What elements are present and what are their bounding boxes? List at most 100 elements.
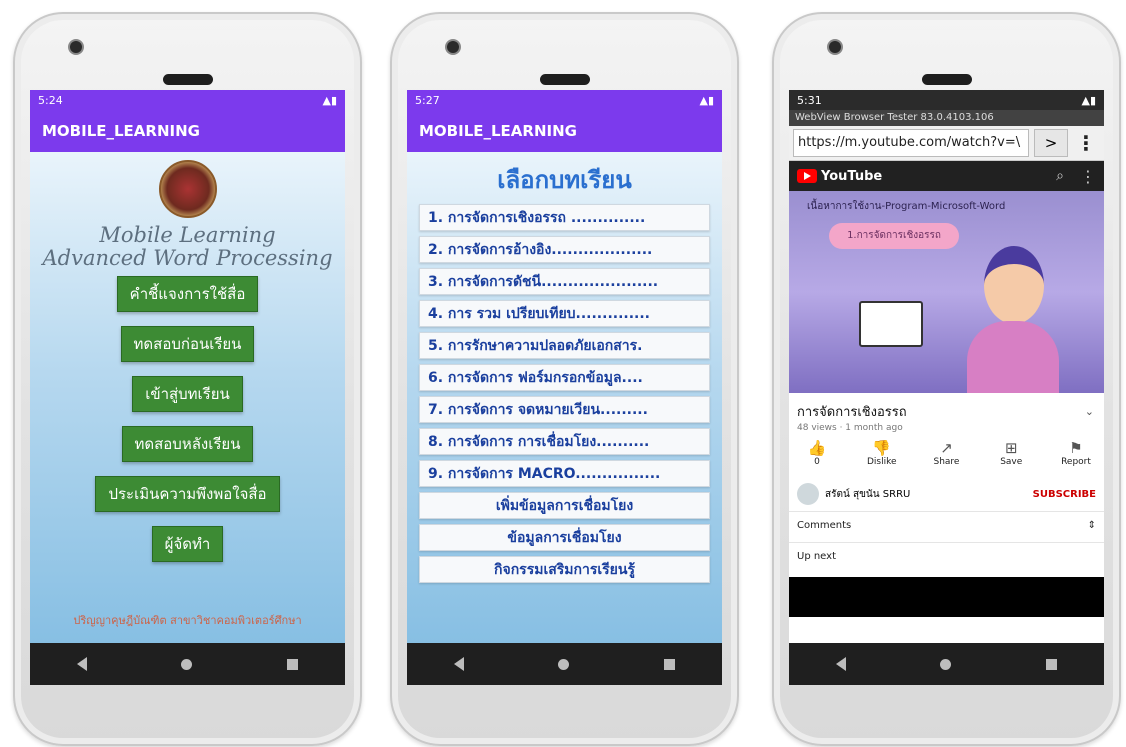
save-icon: ⊞ bbox=[1004, 439, 1018, 457]
url-input[interactable]: https://m.youtube.com/watch?v=\ bbox=[793, 129, 1029, 157]
like-count: 0 bbox=[814, 457, 820, 467]
home-icon[interactable] bbox=[940, 658, 952, 670]
speaker-grille bbox=[163, 74, 213, 85]
lesson-button-3[interactable]: 3. การจัดการดัชนี...................... bbox=[419, 268, 710, 295]
subscribe-button[interactable]: SUBSCRIBE bbox=[1033, 489, 1096, 500]
phone-frame-2: 5:27 ▲▮ MOBILE_LEARNING เลือกบทเรียน 1. … bbox=[390, 12, 739, 746]
app-bar: MOBILE_LEARNING bbox=[407, 110, 722, 152]
video-title-row: การจัดการเชิงอรรถ ⌄ bbox=[789, 393, 1104, 422]
lesson-button-9[interactable]: 9. การจัดการ MACRO................ bbox=[419, 460, 710, 487]
lesson-button-7[interactable]: 7. การจัดการ จดหมายเวียน......... bbox=[419, 396, 710, 423]
expand-chevron-icon[interactable]: ⌄ bbox=[1075, 397, 1104, 418]
add-link-button[interactable]: เพิ่มข้อมูลการเชื่อมโยง bbox=[419, 492, 710, 519]
app-title: MOBILE_LEARNING bbox=[419, 122, 577, 140]
kid-body-illustration bbox=[967, 321, 1059, 393]
status-bar: 5:24 ▲▮ bbox=[30, 90, 345, 110]
back-icon[interactable] bbox=[454, 657, 465, 671]
like-button[interactable]: 👍 0 bbox=[797, 439, 837, 467]
lesson-button-5[interactable]: 5. การรักษาความปลอดภัยเอกสาร. bbox=[419, 332, 710, 359]
speaker-grille bbox=[922, 74, 972, 85]
camera-icon bbox=[829, 41, 841, 53]
status-time: 5:27 bbox=[415, 93, 440, 107]
home-icon[interactable] bbox=[181, 658, 193, 670]
camera-icon bbox=[447, 41, 459, 53]
kid-head-illustration bbox=[984, 246, 1044, 324]
lesson-button-4[interactable]: 4. การ รวม เปรียบเทียบ.............. bbox=[419, 300, 710, 327]
yt-menu-icon[interactable]: ⋮ bbox=[1080, 167, 1096, 186]
channel-name[interactable]: สรัตน์ สุขนัน SRRU bbox=[825, 487, 910, 502]
creator-button[interactable]: ผู้จัดทำ bbox=[151, 526, 224, 562]
channel-avatar[interactable] bbox=[797, 483, 819, 505]
dislike-icon: 👎 bbox=[872, 439, 892, 457]
share-icon: ↗ bbox=[940, 439, 953, 457]
screen-lesson-select: 5:27 ▲▮ MOBILE_LEARNING เลือกบทเรียน 1. … bbox=[407, 90, 722, 685]
battery-icon: ▲▮ bbox=[699, 93, 714, 107]
lesson-button-1[interactable]: 1. การจัดการเชิงอรรถ .............. bbox=[419, 204, 710, 231]
video-actions: 👍 0 👎 Dislike ↗ Share ⊞ Save ⚑ Report bbox=[789, 433, 1104, 467]
main-menu-content: Mobile Learning Advanced Word Processing… bbox=[30, 152, 345, 643]
recent-apps-icon[interactable] bbox=[1045, 658, 1057, 670]
status-time: 5:31 bbox=[797, 93, 822, 107]
app-title: MOBILE_LEARNING bbox=[42, 122, 200, 140]
battery-icon: ▲▮ bbox=[322, 93, 337, 107]
youtube-logo-text: YouTube bbox=[821, 168, 883, 184]
dislike-button[interactable]: 👎 Dislike bbox=[862, 439, 902, 467]
extra-activity-button[interactable]: กิจกรรมเสริมการเรียนรู้ bbox=[419, 556, 710, 583]
webview-title: WebView Browser Tester 83.0.4103.106 bbox=[789, 110, 1104, 126]
up-next-row: Up next bbox=[789, 543, 1104, 573]
battery-icon: ▲▮ bbox=[1081, 93, 1096, 107]
save-button[interactable]: ⊞ Save bbox=[991, 439, 1031, 467]
phone-frame-3: 5:31 ▲▮ WebView Browser Tester 83.0.4103… bbox=[772, 12, 1121, 746]
video-meta: 48 views · 1 month ago bbox=[797, 423, 903, 433]
lesson-button-2[interactable]: 2. การจัดการอ้างอิง................... bbox=[419, 236, 710, 263]
share-label: Share bbox=[933, 457, 960, 467]
channel-row: สรัตน์ สุขนัน SRRU SUBSCRIBE bbox=[789, 467, 1104, 512]
satisfaction-survey-button[interactable]: ประเมินความพึงพอใจสื่อ bbox=[95, 476, 280, 512]
nav-bar bbox=[407, 643, 722, 685]
status-bar: 5:27 ▲▮ bbox=[407, 90, 722, 110]
video-player[interactable]: เนื้อหาการใช้งาน-Program-Microsoft-Word … bbox=[789, 191, 1104, 393]
like-icon: 👍 bbox=[807, 439, 827, 457]
home-icon[interactable] bbox=[558, 658, 570, 670]
comments-row[interactable]: Comments ⇕ bbox=[789, 512, 1104, 543]
app-bar: MOBILE_LEARNING bbox=[30, 110, 345, 152]
speaker-grille bbox=[540, 74, 590, 85]
thumbnail-lesson-pill: 1.การจัดการเชิงอรรถ bbox=[829, 223, 959, 249]
share-button[interactable]: ↗ Share bbox=[927, 439, 967, 467]
book-illustration bbox=[859, 301, 923, 347]
report-button[interactable]: ⚑ Report bbox=[1056, 439, 1096, 467]
back-icon[interactable] bbox=[836, 657, 847, 671]
more-options-icon[interactable]: ⋮ bbox=[1072, 130, 1100, 156]
recent-apps-icon[interactable] bbox=[663, 658, 675, 670]
lesson-button-6[interactable]: 6. การจัดการ ฟอร์มกรอกข้อมูล.... bbox=[419, 364, 710, 391]
search-icon[interactable]: ⌕ bbox=[1056, 168, 1064, 184]
university-seal-logo bbox=[158, 160, 217, 218]
nav-bar bbox=[30, 643, 345, 685]
footer-note: ปริญญาคุษฎีบัณฑิต สาขาวิชาคอมพิวเตอร์ศึก… bbox=[73, 614, 302, 627]
recent-apps-icon[interactable] bbox=[286, 658, 298, 670]
heading-line-1: Mobile Learning bbox=[99, 223, 276, 247]
save-label: Save bbox=[1000, 457, 1023, 467]
screen-main-menu: 5:24 ▲▮ MOBILE_LEARNING Mobile Learning … bbox=[30, 90, 345, 685]
sort-chevron-icon: ⇕ bbox=[1087, 520, 1096, 531]
enter-lesson-button[interactable]: เข้าสู่บทเรียน bbox=[132, 376, 243, 412]
report-icon: ⚑ bbox=[1069, 439, 1083, 457]
phone-frame-1: 5:24 ▲▮ MOBILE_LEARNING Mobile Learning … bbox=[13, 12, 362, 746]
report-label: Report bbox=[1061, 457, 1091, 467]
go-button[interactable]: > bbox=[1034, 129, 1068, 157]
lesson-button-8[interactable]: 8. การจัดการ การเชื่อมโยง.......... bbox=[419, 428, 710, 455]
dislike-label: Dislike bbox=[866, 457, 897, 467]
youtube-logo-icon bbox=[797, 169, 817, 183]
up-next-thumbnail[interactable] bbox=[789, 577, 1104, 617]
lesson-select-heading: เลือกบทเรียน bbox=[497, 166, 632, 194]
pretest-button[interactable]: ทดสอบก่อนเรียน bbox=[120, 326, 255, 362]
link-info-button[interactable]: ข้อมูลการเชื่อมโยง bbox=[419, 524, 710, 551]
posttest-button[interactable]: ทดสอบหลังเรียน bbox=[121, 426, 254, 462]
screen-youtube-webview: 5:31 ▲▮ WebView Browser Tester 83.0.4103… bbox=[789, 90, 1104, 685]
camera-icon bbox=[70, 41, 82, 53]
video-title: การจัดการเชิงอรรถ bbox=[797, 405, 907, 420]
heading-line-2: Advanced Word Processing bbox=[42, 246, 333, 270]
comments-label: Comments bbox=[797, 520, 852, 531]
instructions-button[interactable]: คำชี้แจงการใช้สื่อ bbox=[116, 276, 259, 312]
back-icon[interactable] bbox=[77, 657, 88, 671]
